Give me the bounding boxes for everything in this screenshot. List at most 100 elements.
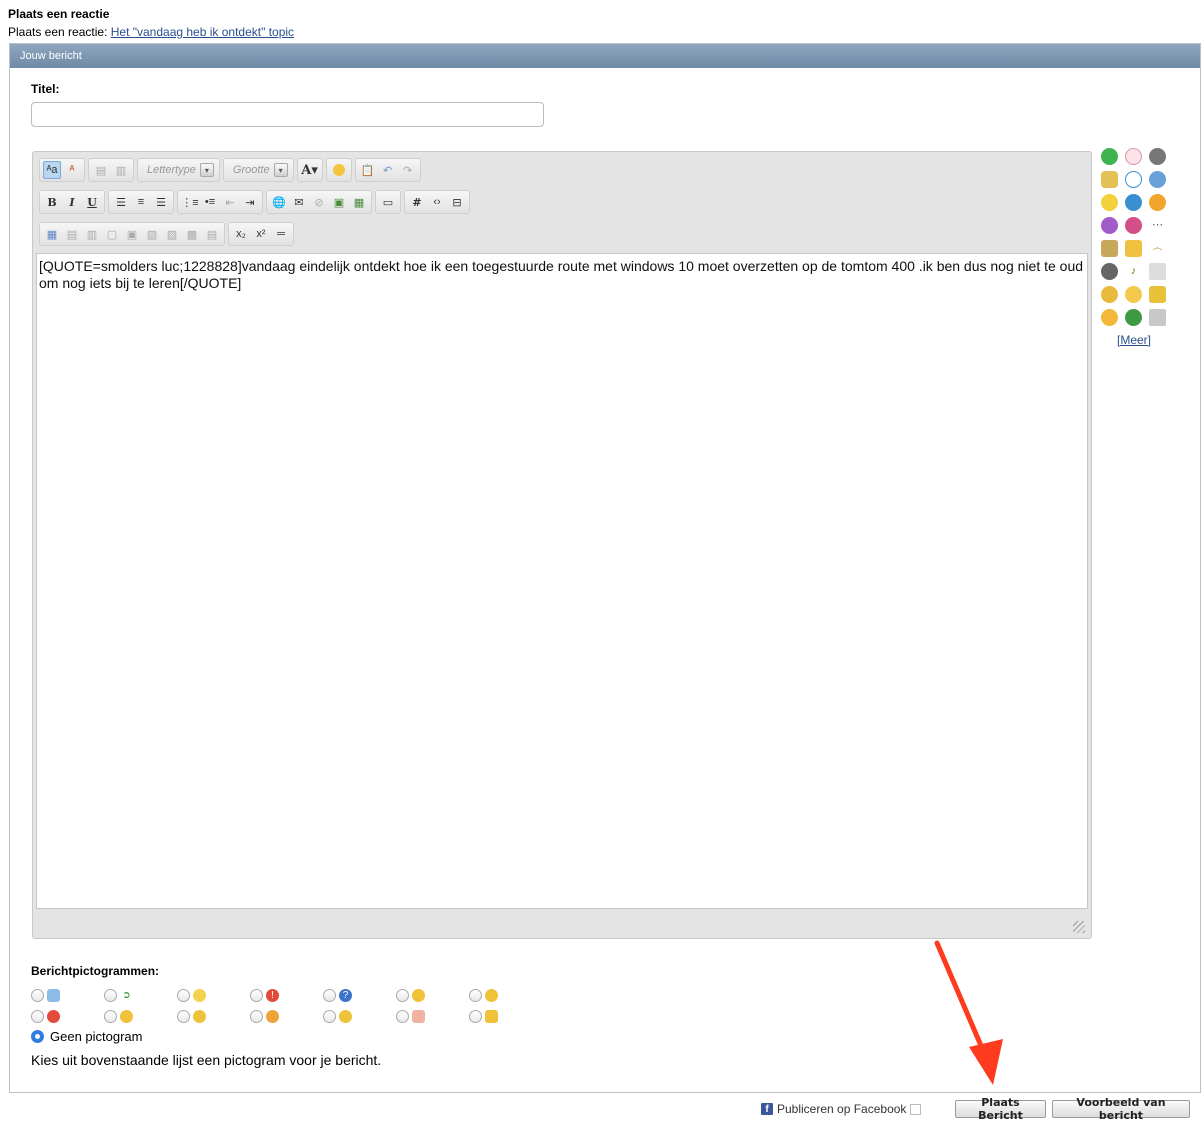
- table-col-icon[interactable]: ▥: [83, 225, 101, 243]
- ordered-list-icon[interactable]: ⋮≡: [181, 193, 199, 211]
- paste-icon[interactable]: ▥: [112, 161, 130, 179]
- sick-icon[interactable]: [1125, 309, 1142, 326]
- radio-button[interactable]: [250, 988, 263, 1002]
- post-icon-option[interactable]: [104, 1007, 177, 1025]
- bomb-icon[interactable]: [1101, 263, 1118, 280]
- post-icon-option[interactable]: [177, 1007, 250, 1025]
- no-icon-option[interactable]: Geen pictogram: [31, 1029, 143, 1044]
- shocked-icon[interactable]: [1125, 148, 1142, 165]
- wink-icon[interactable]: [1125, 194, 1142, 211]
- reader-icon[interactable]: [1149, 309, 1166, 326]
- unordered-list-icon[interactable]: •≡: [201, 193, 219, 211]
- horizontal-rule-icon[interactable]: ═: [272, 225, 290, 243]
- happy-icon[interactable]: [1125, 171, 1142, 188]
- font-family-select[interactable]: Lettertype ▾: [141, 161, 216, 179]
- radio-button[interactable]: [396, 1009, 409, 1023]
- more-smilies-link[interactable]: [Meer]: [1117, 333, 1151, 347]
- smilie-icon[interactable]: [330, 161, 348, 179]
- hash-icon[interactable]: #: [408, 193, 426, 211]
- outdent-icon[interactable]: ⇤: [221, 193, 239, 211]
- post-icon-option[interactable]: ➲: [104, 986, 177, 1004]
- subscript-icon[interactable]: x₂: [232, 225, 250, 243]
- clipboard-icon[interactable]: 📋: [359, 161, 377, 179]
- align-left-icon[interactable]: ☰: [112, 193, 130, 211]
- evil-icon[interactable]: [1101, 217, 1118, 234]
- helmet-icon[interactable]: [1101, 309, 1118, 326]
- trophy-icon[interactable]: [1149, 286, 1166, 303]
- tongue-icon[interactable]: [1125, 217, 1142, 234]
- table-props-icon[interactable]: ▨: [163, 225, 181, 243]
- underline-icon[interactable]: U: [83, 193, 101, 211]
- radio-button[interactable]: [250, 1009, 263, 1023]
- cool-icon[interactable]: [1149, 171, 1166, 188]
- font-size-select[interactable]: Grootte ▾: [227, 161, 290, 179]
- radio-button[interactable]: [469, 988, 482, 1002]
- radio-button[interactable]: [323, 1009, 336, 1023]
- unlink-icon[interactable]: ⊘: [310, 193, 328, 211]
- post-icon-option[interactable]: [250, 1007, 323, 1025]
- post-icon-option[interactable]: [469, 1007, 542, 1025]
- post-icon-option[interactable]: [469, 986, 542, 1004]
- italic-icon[interactable]: I: [63, 193, 81, 211]
- post-icon-option[interactable]: ?: [323, 986, 396, 1004]
- radio-button[interactable]: [396, 988, 409, 1002]
- message-textarea[interactable]: [QUOTE=smolders luc;1228828]vandaag eind…: [36, 253, 1088, 909]
- post-icon-option[interactable]: [396, 1007, 469, 1025]
- resize-handle-icon[interactable]: [1073, 921, 1085, 933]
- title-input[interactable]: [31, 102, 544, 127]
- email-icon[interactable]: ✉: [290, 193, 308, 211]
- table-split-icon[interactable]: ▣: [123, 225, 141, 243]
- radio-button[interactable]: [31, 1009, 44, 1023]
- topic-link[interactable]: Het "vandaag heb ik ontdekt" topic: [111, 25, 294, 39]
- indent-icon[interactable]: ⇥: [241, 193, 259, 211]
- thumbs-icon[interactable]: [1125, 240, 1142, 257]
- reading-icon[interactable]: [1101, 240, 1118, 257]
- post-icon-option[interactable]: [177, 986, 250, 1004]
- laugh-icon[interactable]: [1125, 286, 1142, 303]
- align-center-icon[interactable]: ≡: [132, 193, 150, 211]
- post-icon-option[interactable]: [323, 1007, 396, 1025]
- table-merge-icon[interactable]: ▢: [103, 225, 121, 243]
- post-reply-button[interactable]: Plaats Bericht: [955, 1096, 1046, 1122]
- horns-icon[interactable]: [1101, 286, 1118, 303]
- radio-button[interactable]: [177, 988, 190, 1002]
- radio-button[interactable]: [469, 1009, 482, 1023]
- copy-icon[interactable]: ▤: [92, 161, 110, 179]
- wysiwyg-mode-icon[interactable]: ᴬa: [43, 161, 61, 179]
- php-icon[interactable]: ⊟: [448, 193, 466, 211]
- table-row-icon[interactable]: ▤: [63, 225, 81, 243]
- superscript-icon[interactable]: x²: [252, 225, 270, 243]
- remove-format-icon[interactable]: ᴬ: [63, 161, 81, 179]
- video-icon[interactable]: ▦: [350, 193, 368, 211]
- sign-icon[interactable]: [1149, 263, 1166, 280]
- radio-button[interactable]: [31, 988, 44, 1002]
- mad-icon[interactable]: [1149, 148, 1166, 165]
- dashes-icon[interactable]: ⋯: [1149, 217, 1166, 234]
- table-cell-icon[interactable]: ▩: [183, 225, 201, 243]
- radio-button[interactable]: [323, 988, 336, 1002]
- blush-icon[interactable]: [1149, 194, 1166, 211]
- table-border-icon[interactable]: ▤: [203, 225, 221, 243]
- table-icon[interactable]: ▦: [43, 225, 61, 243]
- post-icon-option[interactable]: [396, 986, 469, 1004]
- radio-button[interactable]: [177, 1009, 190, 1023]
- code-icon[interactable]: ‹›: [428, 193, 446, 211]
- post-icon-option[interactable]: [31, 1007, 104, 1025]
- align-right-icon[interactable]: ☰: [152, 193, 170, 211]
- smile-icon[interactable]: [1101, 148, 1118, 165]
- radio-button-selected[interactable]: [31, 1030, 44, 1043]
- quote-icon[interactable]: ▭: [379, 193, 397, 211]
- preview-post-button[interactable]: Voorbeeld van bericht: [1052, 1096, 1190, 1122]
- facebook-checkbox[interactable]: [910, 1103, 922, 1115]
- font-color-icon[interactable]: A▾: [301, 161, 319, 179]
- undo-icon[interactable]: ↶: [379, 161, 397, 179]
- mustache-icon[interactable]: ෴: [1149, 240, 1166, 257]
- bold-icon[interactable]: B: [43, 193, 61, 211]
- radio-button[interactable]: [104, 1009, 117, 1023]
- music-icon[interactable]: ♪: [1125, 263, 1142, 280]
- link-icon[interactable]: 🌐: [270, 193, 288, 211]
- glasses-icon[interactable]: [1101, 171, 1118, 188]
- grin-icon[interactable]: [1101, 194, 1118, 211]
- image-icon[interactable]: ▣: [330, 193, 348, 211]
- post-icon-option[interactable]: [31, 986, 104, 1004]
